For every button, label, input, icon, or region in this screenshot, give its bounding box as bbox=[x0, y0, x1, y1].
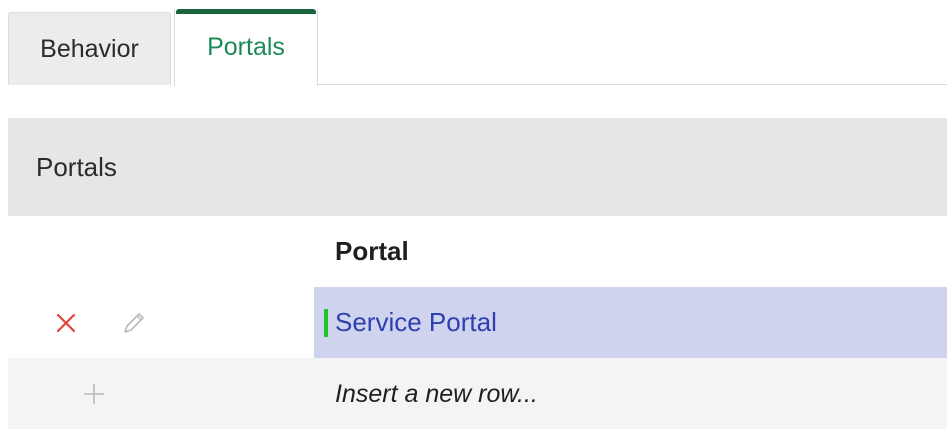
portals-table: Portal Service Portal Insert a new row..… bbox=[8, 216, 947, 429]
column-header-portal[interactable]: Portal bbox=[335, 216, 409, 287]
insert-row[interactable]: Insert a new row... bbox=[8, 358, 947, 429]
row-status-indicator bbox=[324, 309, 328, 337]
tab-behavior-label: Behavior bbox=[40, 34, 139, 63]
insert-row-placeholder[interactable]: Insert a new row... bbox=[335, 358, 538, 429]
tab-strip: Behavior Portals bbox=[0, 0, 947, 86]
plus-icon[interactable] bbox=[78, 378, 110, 410]
portals-form-page: Behavior Portals Portals Portal Service … bbox=[0, 0, 947, 429]
table-row[interactable]: Service Portal bbox=[8, 287, 947, 358]
table-header-row: Portal bbox=[8, 216, 947, 287]
close-icon[interactable] bbox=[52, 309, 80, 337]
tab-portals-label: Portals bbox=[207, 33, 285, 61]
section-header: Portals bbox=[8, 118, 947, 216]
portal-link[interactable]: Service Portal bbox=[335, 287, 497, 358]
tab-behavior[interactable]: Behavior bbox=[8, 12, 171, 85]
pencil-icon[interactable] bbox=[118, 307, 150, 339]
tab-divider bbox=[318, 84, 947, 85]
tab-portals[interactable]: Portals bbox=[174, 9, 318, 86]
active-tab-indicator bbox=[176, 9, 316, 14]
portal-cell[interactable]: Service Portal bbox=[314, 287, 947, 358]
section-title: Portals bbox=[36, 151, 117, 182]
